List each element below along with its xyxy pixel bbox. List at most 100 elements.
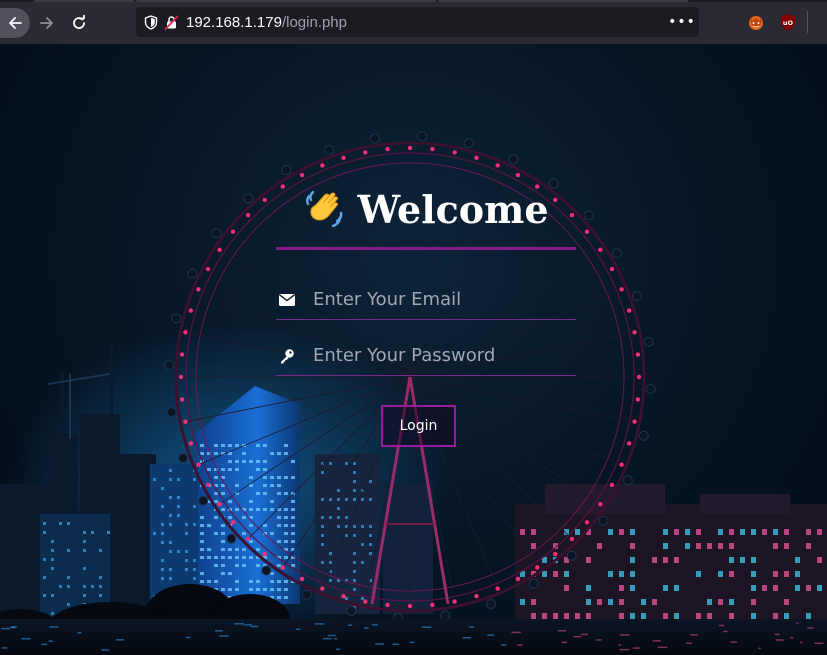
page-actions-button[interactable]: •••: [671, 12, 693, 32]
wheel-light: [632, 419, 636, 423]
wheel-light: [217, 248, 221, 252]
wheel-capsule: [567, 551, 576, 560]
wheel-capsule: [262, 566, 271, 575]
wheel-light: [636, 397, 640, 401]
wheel-light: [632, 330, 636, 334]
wheel-light: [408, 146, 412, 150]
wheel-light: [610, 267, 614, 271]
wheel-light: [430, 147, 434, 151]
wheel-light: [619, 462, 623, 466]
wheel-light: [627, 308, 631, 312]
wheel-capsule: [632, 292, 641, 301]
fox-extension-icon[interactable]: [747, 13, 765, 31]
wheel-light: [408, 604, 412, 608]
wheel-light: [535, 565, 539, 569]
wheel-light: [179, 375, 183, 379]
shield-icon[interactable]: [142, 13, 160, 31]
wheel-light: [598, 502, 602, 506]
wheel-light: [598, 248, 602, 252]
wheel-light: [430, 603, 434, 607]
wheel-light: [553, 552, 557, 556]
wheel-light: [231, 520, 235, 524]
wheel-capsule: [325, 146, 334, 155]
wheel-capsule: [623, 476, 632, 485]
wheel-light: [385, 147, 389, 151]
wheel-capsule: [612, 249, 621, 258]
browser-toolbar: 192.168.1.179/login.php ••• uO: [0, 0, 827, 44]
wheel-capsule: [418, 132, 427, 141]
wheel-capsule: [599, 516, 608, 525]
back-button[interactable]: [0, 8, 30, 38]
email-input[interactable]: [313, 284, 568, 314]
svg-text:uO: uO: [783, 19, 794, 27]
wheel-capsule: [244, 194, 253, 203]
wheel-light: [637, 375, 641, 379]
key-icon: [278, 348, 296, 364]
wheel-light: [206, 267, 210, 271]
insecure-lock-icon[interactable]: [162, 13, 180, 31]
wheel-light: [180, 397, 184, 401]
wheel-light: [341, 156, 345, 160]
wheel-light: [619, 287, 623, 291]
wheel-capsule: [179, 453, 188, 462]
wheel-light: [636, 352, 640, 356]
river: [0, 619, 827, 655]
wheel-light: [495, 586, 499, 590]
wheel-light: [183, 330, 187, 334]
wheel-light: [516, 173, 520, 177]
wheel-light: [263, 198, 267, 202]
wheel-light: [341, 594, 345, 598]
wheel-capsule: [509, 155, 518, 164]
wheel-light: [196, 462, 200, 466]
address-bar[interactable]: 192.168.1.179/login.php •••: [136, 7, 699, 37]
wheel-capsule: [165, 360, 174, 369]
wheel-light: [495, 163, 499, 167]
wheel-capsule: [302, 590, 311, 599]
wheel-capsule: [347, 606, 356, 615]
wheel-light: [385, 603, 389, 607]
wheel-light: [474, 156, 478, 160]
wheel-light: [585, 230, 589, 234]
page-title: Welcome: [276, 186, 576, 234]
wheel-capsule: [370, 134, 379, 143]
wheel-light: [246, 213, 250, 217]
wheel-light: [300, 173, 304, 177]
wheel-light: [189, 308, 193, 312]
envelope-icon: [278, 292, 296, 308]
wheel-light: [263, 552, 267, 556]
wheel-light: [281, 565, 285, 569]
wheel-light: [474, 594, 478, 598]
arrow-right-icon: [39, 15, 55, 31]
url-text[interactable]: 192.168.1.179/login.php: [186, 14, 347, 31]
login-button[interactable]: Login: [381, 405, 456, 447]
wheel-light: [363, 150, 367, 154]
tab-strip: [0, 0, 827, 2]
wheel-capsule: [172, 314, 181, 323]
wheel-light: [610, 483, 614, 487]
toolbar-separator: [807, 11, 808, 33]
wheel-light: [217, 502, 221, 506]
wheel-capsule: [441, 611, 450, 620]
wheel-light: [452, 150, 456, 154]
wheel-capsule: [486, 599, 495, 608]
wheel-light: [196, 287, 200, 291]
login-page: Welcome Login: [0, 44, 827, 655]
wheel-light: [516, 577, 520, 581]
waving-hand-icon: [303, 187, 347, 231]
wheel-light: [300, 577, 304, 581]
wheel-light: [585, 520, 589, 524]
password-input[interactable]: [313, 340, 568, 370]
ublock-icon[interactable]: uO: [779, 13, 797, 31]
title-divider: [276, 247, 576, 250]
wheel-capsule: [188, 269, 197, 278]
wheel-capsule: [167, 408, 176, 417]
forward-button[interactable]: [33, 9, 61, 37]
wheel-capsule: [584, 211, 593, 220]
password-field: [276, 336, 576, 376]
wheel-capsule: [644, 337, 653, 346]
wheel-light: [627, 441, 631, 445]
reload-button[interactable]: [65, 9, 93, 37]
wheel-light: [180, 352, 184, 356]
wheel-light: [320, 586, 324, 590]
wheel-capsule: [646, 385, 655, 394]
